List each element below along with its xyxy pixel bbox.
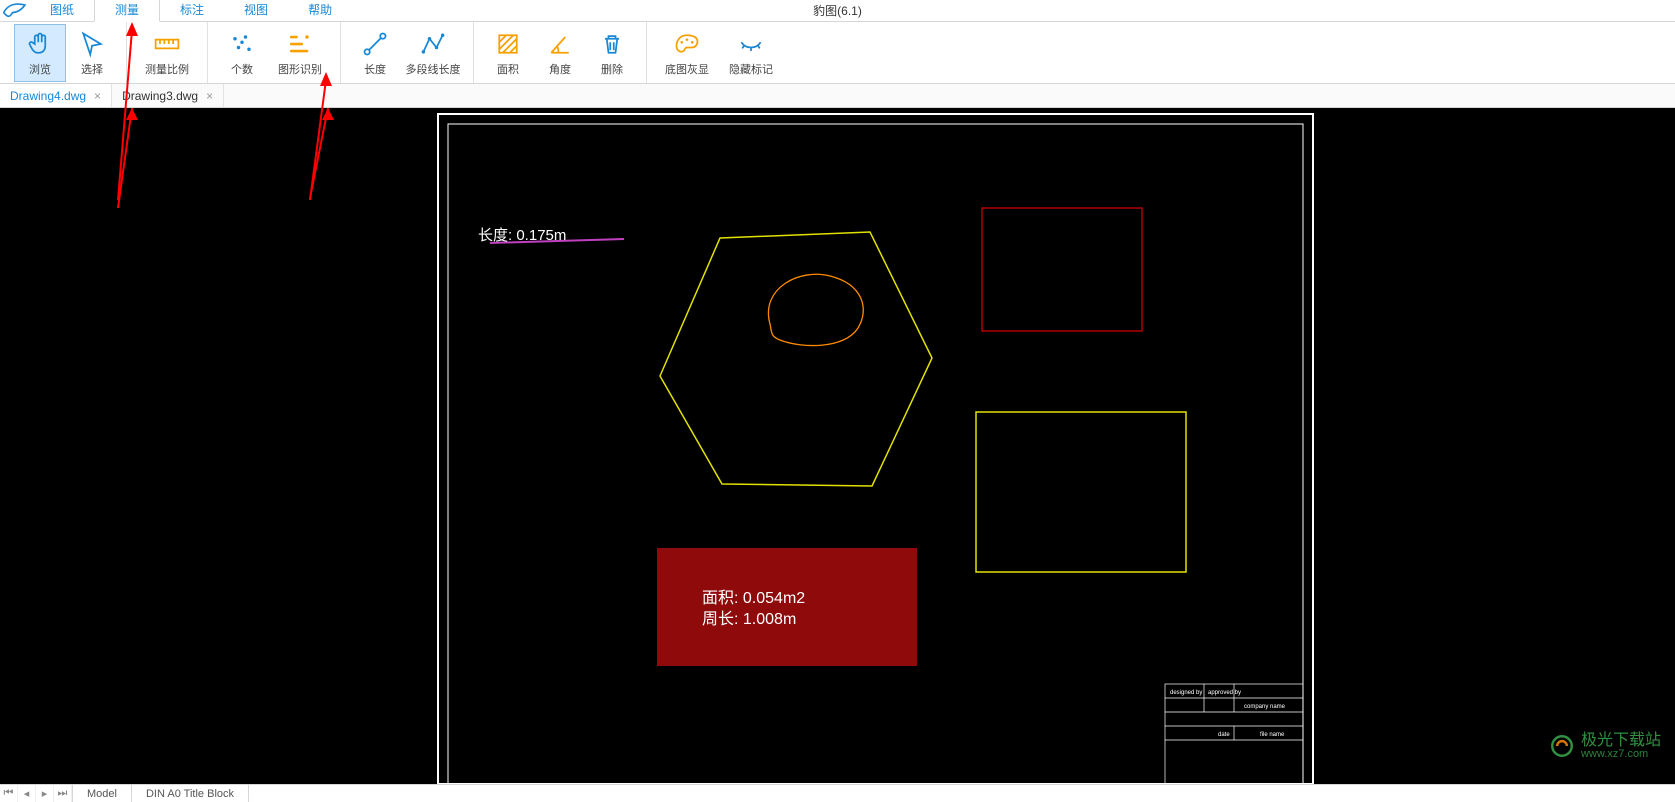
dots-icon <box>227 29 257 59</box>
menu-measure[interactable]: 测量 <box>94 0 160 22</box>
tool-select[interactable]: 选择 <box>66 24 118 82</box>
tool-browse[interactable]: 浏览 <box>14 24 66 82</box>
annotation-arrow-1 <box>118 108 138 208</box>
ribbon-group-display: 底图灰显 隐藏标记 <box>647 22 791 83</box>
polyline-icon <box>418 29 448 59</box>
bars-icon <box>285 29 315 59</box>
titleblock-filename: file name <box>1260 732 1285 738</box>
menubar: 图纸 测量 标注 视图 帮助 豹图(6.1) <box>0 0 1675 22</box>
tool-graybase[interactable]: 底图灰显 <box>655 24 719 82</box>
trash-icon <box>597 29 627 59</box>
prev-icon[interactable]: ◂ <box>18 785 36 802</box>
annotation-arrow-2 <box>310 108 334 198</box>
eye-closed-icon <box>736 29 766 59</box>
drawing-canvas: designed by approved by company name dat… <box>0 108 1675 784</box>
tool-area[interactable]: 面积 <box>482 24 534 82</box>
line-icon <box>360 29 390 59</box>
tool-label: 图形识别 <box>278 61 322 77</box>
tool-label: 多段线长度 <box>406 61 461 77</box>
titleblock-approved-by: approved by <box>1208 690 1241 696</box>
close-icon[interactable]: × <box>206 89 213 103</box>
hatch-icon <box>493 29 523 59</box>
tool-label: 个数 <box>231 61 253 77</box>
angle-icon <box>545 29 575 59</box>
tool-label: 角度 <box>549 61 571 77</box>
ribbon-group-nav: 浏览 选择 <box>6 22 127 83</box>
palette-icon <box>672 29 702 59</box>
shape-red-rect <box>982 208 1142 331</box>
tool-delete[interactable]: 删除 <box>586 24 638 82</box>
last-icon[interactable]: ⏭ <box>54 785 72 802</box>
app-logo <box>0 0 30 21</box>
tool-label: 浏览 <box>29 61 51 77</box>
cursor-icon <box>77 29 107 59</box>
area-line1: 面积: 0.054m2 <box>702 589 805 607</box>
ribbon-group-areadel: 面积 角度 删除 <box>474 22 647 83</box>
tool-shapedetect[interactable]: 图形识别 <box>268 24 332 82</box>
ruler-icon <box>152 29 182 59</box>
menu-drawings[interactable]: 图纸 <box>30 0 94 21</box>
hand-icon <box>25 29 55 59</box>
titleblock-company: company name <box>1244 704 1286 710</box>
tool-label: 底图灰显 <box>665 61 709 77</box>
file-tabs: Drawing4.dwg × Drawing3.dwg × <box>0 84 1675 108</box>
tool-label: 选择 <box>81 61 103 77</box>
tool-label: 测量比例 <box>145 61 189 77</box>
tool-polyline-length[interactable]: 多段线长度 <box>401 24 465 82</box>
tool-length[interactable]: 长度 <box>349 24 401 82</box>
titleblock-date: date <box>1218 732 1230 738</box>
next-icon[interactable]: ▸ <box>36 785 54 802</box>
ribbon: 浏览 选择 测量比例 个数 图形识别 <box>0 22 1675 84</box>
titleblock-designed-by: designed by <box>1170 690 1202 696</box>
cad-viewport[interactable]: designed by approved by company name dat… <box>0 108 1675 784</box>
tool-count[interactable]: 个数 <box>216 24 268 82</box>
first-icon[interactable]: ⏮ <box>0 785 18 802</box>
shape-yellow-rect <box>976 412 1186 572</box>
menu-help[interactable]: 帮助 <box>288 0 352 21</box>
ribbon-group-count: 个数 图形识别 <box>208 22 341 83</box>
tool-label: 面积 <box>497 61 519 77</box>
area-line2: 周长: 1.008m <box>702 610 796 628</box>
close-icon[interactable]: × <box>94 89 101 103</box>
layout-tab-dina0[interactable]: DIN A0 Title Block <box>132 785 249 802</box>
ribbon-group-scale: 测量比例 <box>127 22 208 83</box>
menu-view[interactable]: 视图 <box>224 0 288 21</box>
ribbon-group-length: 长度 多段线长度 <box>341 22 474 83</box>
shape-hexagon <box>660 232 932 486</box>
tool-scale[interactable]: 测量比例 <box>135 24 199 82</box>
tool-label: 长度 <box>364 61 386 77</box>
file-tab-label: Drawing3.dwg <box>122 89 198 103</box>
tool-label: 隐藏标记 <box>729 61 773 77</box>
file-tab[interactable]: Drawing3.dwg × <box>112 84 224 107</box>
file-tab-label: Drawing4.dwg <box>10 89 86 103</box>
tool-angle[interactable]: 角度 <box>534 24 586 82</box>
menu-annotate[interactable]: 标注 <box>160 0 224 21</box>
shape-blob <box>768 274 863 345</box>
tool-hidemarks[interactable]: 隐藏标记 <box>719 24 783 82</box>
tool-label: 删除 <box>601 61 623 77</box>
file-tab[interactable]: Drawing4.dwg × <box>0 84 112 107</box>
layout-tab-model[interactable]: Model <box>73 785 132 802</box>
layout-nav-arrows: ⏮ ◂ ▸ ⏭ <box>0 785 73 802</box>
bottom-bar: ⏮ ◂ ▸ ⏭ Model DIN A0 Title Block <box>0 784 1675 802</box>
length-annotation: 长度: 0.175m <box>478 227 566 244</box>
area-result-box <box>657 548 917 666</box>
